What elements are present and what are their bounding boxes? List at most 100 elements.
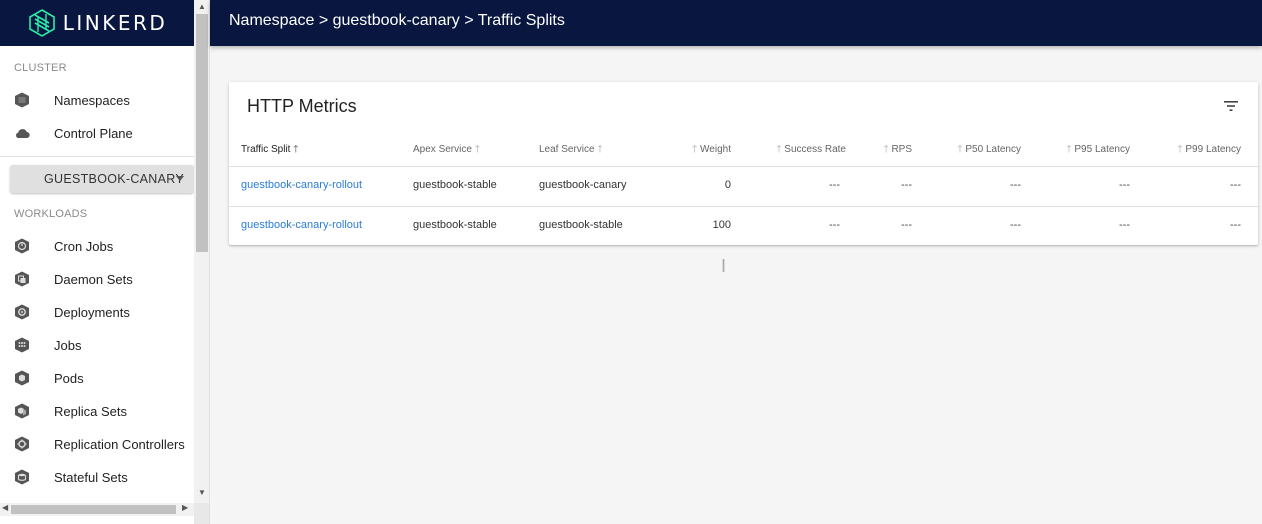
column-header-p50-latency[interactable]: 🡑 P50 Latency bbox=[957, 142, 1021, 159]
column-header-label: P99 Latency bbox=[1185, 144, 1241, 155]
sidebar-item-label: Daemon Sets bbox=[54, 271, 133, 287]
sidebar-item-cron-jobs[interactable]: Cron Jobs bbox=[0, 232, 194, 260]
sidebar-item-replication-controllers[interactable]: Replication Controllers bbox=[0, 430, 194, 458]
row-divider bbox=[229, 206, 1258, 207]
column-header-traffic-split[interactable]: Traffic Split 🡑 bbox=[241, 142, 298, 159]
caret-down-icon bbox=[176, 176, 184, 181]
column-header-label: Apex Service bbox=[413, 144, 472, 155]
sidebar-item-label: Stateful Sets bbox=[54, 469, 128, 485]
weight-cell: 0 bbox=[724, 179, 731, 191]
column-header-label: Success Rate bbox=[784, 144, 846, 155]
sidebar-item-stateful-sets[interactable]: Stateful Sets bbox=[0, 463, 194, 491]
sidebar-item-jobs[interactable]: Jobs bbox=[0, 331, 194, 359]
replicaset-icon bbox=[15, 403, 29, 419]
sidebar-item-control-plane[interactable]: Control Plane bbox=[0, 119, 194, 147]
sort-arrow-icon: 🡑 bbox=[776, 144, 782, 155]
apex-service-cell: guestbook-stable bbox=[413, 179, 497, 191]
sidebar-item-label: Control Plane bbox=[54, 125, 133, 141]
column-header-label: P95 Latency bbox=[1074, 144, 1130, 155]
sidebar-item-daemon-sets[interactable]: Daemon Sets bbox=[0, 265, 194, 293]
traffic-split-link[interactable]: guestbook-canary-rollout bbox=[241, 219, 362, 231]
sidebar-item-label: Cron Jobs bbox=[54, 238, 114, 254]
scrollbar-thumb[interactable] bbox=[196, 14, 208, 252]
linkerd-logo-icon bbox=[28, 9, 55, 37]
sidebar-item-label: Deployments bbox=[54, 304, 130, 320]
sort-arrow-icon: 🡑 bbox=[1177, 144, 1183, 155]
sort-arrow-icon: 🡑 bbox=[1066, 144, 1072, 155]
scroll-left-arrow-icon[interactable]: ◀ bbox=[2, 503, 8, 512]
column-header-label: RPS bbox=[891, 144, 912, 155]
sort-arrow-icon: 🡑 bbox=[883, 144, 889, 155]
rps-cell: --- bbox=[901, 219, 912, 231]
p50-latency-cell: --- bbox=[1010, 219, 1021, 231]
sidebar-item-label: Namespaces bbox=[54, 92, 130, 108]
sidebar-item-replica-sets[interactable]: Replica Sets bbox=[0, 397, 194, 425]
weight-cell: 100 bbox=[712, 219, 731, 231]
column-header-label: Weight bbox=[700, 144, 731, 155]
p99-latency-cell: --- bbox=[1230, 219, 1241, 231]
namespace-icon bbox=[15, 92, 29, 108]
sidebar-item-deployments[interactable]: Deployments bbox=[0, 298, 194, 326]
sidebar-vertical-scrollbar[interactable]: ▲ ▼ bbox=[194, 0, 209, 503]
sidebar-item-label: Jobs bbox=[54, 337, 82, 353]
sidebar-item-namespaces[interactable]: Namespaces bbox=[0, 86, 194, 114]
replicationcontroller-icon bbox=[15, 436, 29, 452]
column-header-label: Leaf Service bbox=[539, 144, 595, 155]
column-header-p99-latency[interactable]: 🡑 P99 Latency bbox=[1177, 142, 1241, 159]
sidebar-item-label: Pods bbox=[54, 370, 84, 386]
daemonset-icon bbox=[15, 271, 29, 287]
column-header-label: P50 Latency bbox=[965, 144, 1021, 155]
top-app-bar: Namespace > guestbook-canary > Traffic S… bbox=[210, 0, 1262, 46]
column-header-p95-latency[interactable]: 🡑 P95 Latency bbox=[1066, 142, 1130, 159]
brand-name: LINKERD bbox=[62, 11, 168, 35]
cloud-icon bbox=[16, 129, 30, 139]
success-rate-cell: --- bbox=[829, 179, 840, 191]
p99-latency-cell: --- bbox=[1230, 179, 1241, 191]
sidebar-horizontal-scrollbar[interactable]: ◀ ▶ bbox=[0, 503, 194, 516]
row-divider bbox=[229, 166, 1258, 167]
http-metrics-card: HTTP Metrics Traffic Split 🡑 Apex Servic… bbox=[229, 82, 1258, 245]
p95-latency-cell: --- bbox=[1119, 219, 1130, 231]
sidebar-item-pods[interactable]: Pods bbox=[0, 364, 194, 392]
namespace-select[interactable]: GUESTBOOK-CANARY bbox=[10, 165, 194, 193]
scroll-right-arrow-icon[interactable]: ▶ bbox=[182, 503, 188, 512]
card-title: HTTP Metrics bbox=[247, 96, 357, 116]
traffic-split-link[interactable]: guestbook-canary-rollout bbox=[241, 179, 362, 191]
column-header-leaf-service[interactable]: Leaf Service 🡑 bbox=[539, 142, 603, 159]
success-rate-cell: --- bbox=[829, 219, 840, 231]
deployment-icon bbox=[15, 304, 29, 320]
sort-arrow-icon: 🡑 bbox=[597, 144, 603, 155]
sort-arrow-icon: 🡑 bbox=[692, 144, 698, 155]
sort-arrow-icon: 🡑 bbox=[957, 144, 963, 155]
scrollbar-thumb[interactable] bbox=[11, 505, 176, 514]
p95-latency-cell: --- bbox=[1119, 179, 1130, 191]
sidebar-item-label: Replication Controllers bbox=[54, 436, 185, 452]
scroll-up-arrow-icon[interactable]: ▲ bbox=[198, 2, 206, 11]
column-header-success-rate[interactable]: 🡑 Success Rate bbox=[776, 142, 846, 159]
workloads-section-label: WORKLOADS bbox=[14, 208, 88, 220]
text-cursor-icon: I bbox=[721, 256, 727, 276]
namespace-select-value: GUESTBOOK-CANARY bbox=[44, 172, 185, 186]
apex-service-cell: guestbook-stable bbox=[413, 219, 497, 231]
column-header-label: Traffic Split bbox=[241, 144, 291, 155]
sort-arrow-icon: 🡑 bbox=[293, 144, 299, 155]
logo[interactable]: LINKERD bbox=[0, 0, 194, 46]
column-header-weight[interactable]: 🡑 Weight bbox=[692, 142, 731, 159]
leaf-service-cell: guestbook-canary bbox=[539, 179, 627, 191]
leaf-service-cell: guestbook-stable bbox=[539, 219, 623, 231]
sort-arrow-icon: 🡑 bbox=[474, 144, 480, 155]
cronjob-icon bbox=[15, 238, 29, 254]
p50-latency-cell: --- bbox=[1010, 179, 1021, 191]
scrollbar-corner bbox=[194, 503, 209, 524]
job-icon bbox=[15, 337, 29, 353]
breadcrumb: Namespace > guestbook-canary > Traffic S… bbox=[229, 12, 565, 29]
scroll-down-arrow-icon[interactable]: ▼ bbox=[198, 488, 206, 497]
filter-icon[interactable] bbox=[1224, 100, 1238, 112]
rps-cell: --- bbox=[901, 179, 912, 191]
divider bbox=[0, 156, 194, 157]
statefulset-icon bbox=[15, 469, 29, 485]
sidebar: LINKERD CLUSTER Namespaces Control Plane… bbox=[0, 0, 210, 524]
cluster-section-label: CLUSTER bbox=[14, 62, 67, 74]
column-header-rps[interactable]: 🡑 RPS bbox=[883, 142, 912, 159]
column-header-apex-service[interactable]: Apex Service 🡑 bbox=[413, 142, 480, 159]
